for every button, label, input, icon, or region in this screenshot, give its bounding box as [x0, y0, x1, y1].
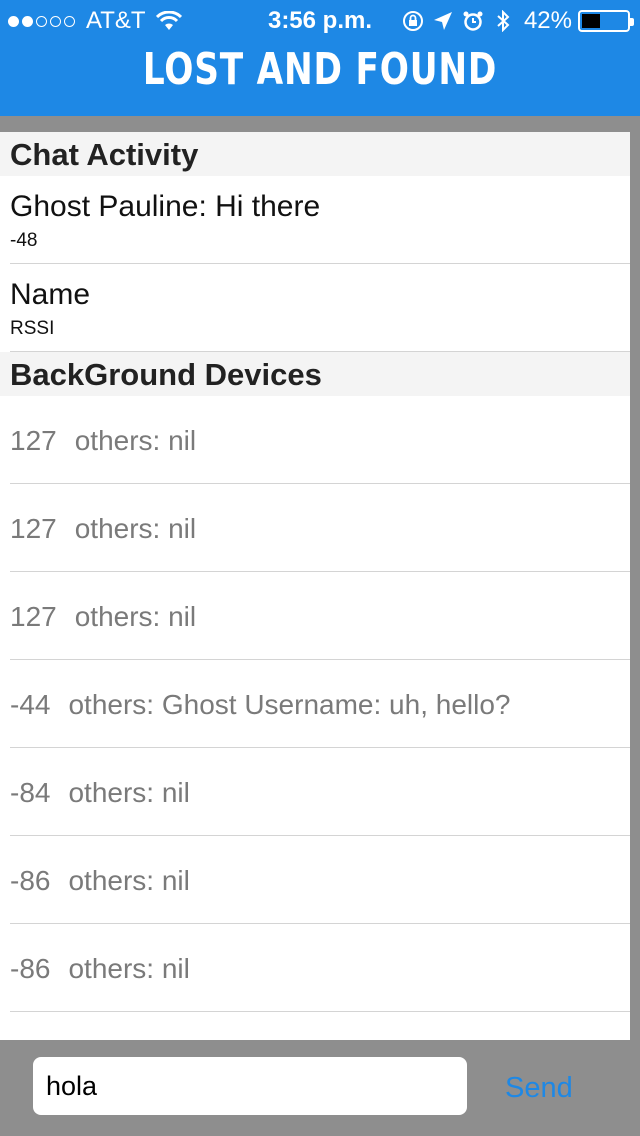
page-title: LOST AND FOUND: [142, 44, 498, 95]
location-arrow-icon: [433, 12, 452, 30]
device-rssi: -44: [10, 689, 51, 720]
device-cell-text: 127 others: nil: [10, 425, 196, 457]
device-rssi: -84: [10, 777, 51, 808]
device-others: others: nil: [68, 953, 190, 984]
device-cell-text: -44 others: Ghost Username: uh, hello?: [10, 689, 510, 721]
device-cell[interactable]: 127 others: nil: [10, 572, 630, 660]
message-composer: Send: [0, 1040, 640, 1136]
chat-cell-title: Ghost Pauline: Hi there: [10, 190, 321, 223]
device-cell-text: 127 others: nil: [10, 513, 196, 545]
app-header: AT&T 3:56 p.m. 42% LOST AND FOUND: [0, 0, 640, 116]
device-others: others: nil: [68, 777, 190, 808]
device-cell[interactable]: 127 others: nil: [10, 396, 630, 484]
status-bar: AT&T 3:56 p.m. 42%: [0, 0, 640, 40]
section-header-background-devices: BackGround Devices: [0, 352, 630, 396]
device-cell-text: 127 others: nil: [10, 601, 196, 633]
device-cell[interactable]: -86 others: nil: [10, 836, 630, 924]
chat-cell[interactable]: Ghost Pauline: Hi there -48: [10, 176, 630, 264]
device-cell-text: -84 others: nil: [10, 777, 190, 809]
device-cell[interactable]: 127 others: nil: [10, 484, 630, 572]
bluetooth-icon: [497, 10, 510, 32]
device-table[interactable]: Chat Activity Ghost Pauline: Hi there -4…: [0, 132, 630, 1040]
battery-level: [582, 14, 601, 28]
device-rssi: -86: [10, 865, 51, 896]
send-button[interactable]: Send: [505, 1068, 605, 1108]
device-others: others: nil: [68, 865, 190, 896]
status-right: 42%: [394, 7, 634, 35]
device-cell[interactable]: -86 others: nil: [10, 924, 630, 1012]
device-cell-text: -86 others: nil: [10, 865, 190, 897]
battery-icon: [578, 10, 634, 32]
orientation-lock-icon: [402, 11, 423, 31]
message-input[interactable]: [33, 1057, 467, 1115]
device-others: others: nil: [74, 601, 197, 632]
chat-cell-title: Name: [10, 278, 91, 311]
device-rssi: -86: [10, 953, 51, 984]
device-cell-text: -86 others: nil: [10, 953, 190, 985]
chat-cell[interactable]: Name RSSI: [10, 264, 630, 352]
device-cell[interactable]: -84 others: nil: [10, 748, 630, 836]
device-rssi: 127: [10, 513, 57, 544]
device-others: others: nil: [74, 513, 197, 544]
chat-cell-subtitle: RSSI: [10, 318, 55, 339]
device-rssi: 127: [10, 425, 57, 456]
device-others: others: nil: [74, 425, 197, 456]
section-header-chat-activity: Chat Activity: [0, 132, 630, 176]
alarm-icon: [463, 11, 483, 31]
battery-nub: [630, 18, 634, 26]
device-rssi: 127: [10, 601, 57, 632]
battery-percent: 42%: [523, 7, 572, 34]
device-others: others: Ghost Username: uh, hello?: [68, 689, 511, 720]
chat-cell-subtitle: -48: [10, 230, 38, 251]
device-cell[interactable]: -44 others: Ghost Username: uh, hello?: [10, 660, 630, 748]
